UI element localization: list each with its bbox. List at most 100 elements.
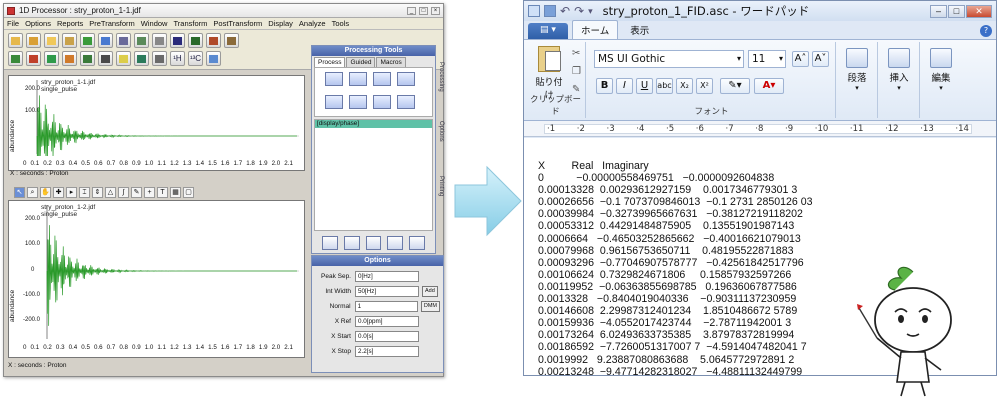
help-icon[interactable]: ? bbox=[980, 25, 992, 37]
toolbar-button[interactable] bbox=[98, 51, 113, 66]
add-tool[interactable]: + bbox=[144, 187, 155, 198]
cursor-tool[interactable]: ⌶ bbox=[79, 187, 90, 198]
document-text[interactable]: X Real Imaginary 0 −0.00000558469751 −0.… bbox=[538, 160, 813, 375]
frame-tool[interactable]: ▢ bbox=[183, 187, 194, 198]
tab-macros[interactable]: Macros bbox=[376, 57, 406, 67]
menu-file[interactable]: File bbox=[7, 19, 19, 28]
subscript-button[interactable]: X₂ bbox=[676, 78, 693, 94]
hand-tool[interactable]: ✋ bbox=[40, 187, 51, 198]
toolbar-button[interactable] bbox=[62, 33, 77, 48]
toolbar-button[interactable] bbox=[134, 33, 149, 48]
menu-options[interactable]: Options bbox=[25, 19, 51, 28]
close-button[interactable]: ✕ bbox=[966, 4, 992, 18]
paragraph-button[interactable]: 段落 ▾ bbox=[842, 48, 872, 92]
toolbar-button[interactable] bbox=[152, 33, 167, 48]
toolbar-button[interactable] bbox=[44, 33, 59, 48]
duplicate-button[interactable] bbox=[365, 236, 382, 250]
process-button[interactable] bbox=[373, 72, 391, 86]
menu-reports[interactable]: Reports bbox=[57, 19, 83, 28]
fid-plot-bottom[interactable]: abundance 200.0 100.0 0 -100.0 -200.0 st… bbox=[8, 200, 305, 358]
menu-tools[interactable]: Tools bbox=[332, 19, 350, 28]
menu-window[interactable]: Window bbox=[141, 19, 168, 28]
app-menu-button[interactable]: ▤ ▾ bbox=[528, 23, 568, 39]
paste-button[interactable] bbox=[343, 236, 360, 250]
font-color-button[interactable]: A▾ bbox=[754, 78, 784, 94]
toolbar-button[interactable] bbox=[134, 51, 149, 66]
bold-button[interactable]: B bbox=[596, 78, 613, 94]
toolbar-button[interactable] bbox=[206, 51, 221, 66]
maximize-button[interactable]: □ bbox=[948, 4, 965, 18]
toolbar-button[interactable] bbox=[188, 33, 203, 48]
undo-icon[interactable]: ↶ bbox=[560, 4, 570, 18]
option-input[interactable]: 0.0[s] bbox=[355, 331, 419, 342]
process-button[interactable] bbox=[349, 72, 367, 86]
toolbar-button[interactable] bbox=[206, 33, 221, 48]
toolbar-button[interactable] bbox=[80, 51, 95, 66]
option-input[interactable]: 0[Hz] bbox=[355, 271, 419, 282]
grid-tool[interactable]: ▦ bbox=[170, 187, 181, 198]
toolbar-button[interactable] bbox=[116, 51, 131, 66]
cut-button[interactable] bbox=[322, 236, 338, 250]
option-input[interactable]: 2.2[s] bbox=[355, 346, 419, 357]
menu-display[interactable]: Display bbox=[268, 19, 293, 28]
process-list[interactable]: [display/phase] bbox=[314, 119, 433, 231]
side-tab-printing[interactable]: Printing bbox=[438, 159, 444, 214]
italic-button[interactable]: I bbox=[616, 78, 633, 94]
integral-tool[interactable]: ∫ bbox=[118, 187, 129, 198]
text-tool[interactable]: T bbox=[157, 187, 168, 198]
process-button[interactable] bbox=[349, 95, 367, 109]
menu-analyze[interactable]: Analyze bbox=[299, 19, 326, 28]
tab-guided[interactable]: Guided bbox=[346, 57, 376, 67]
toolbar-button[interactable] bbox=[116, 33, 131, 48]
tab-view[interactable]: 表示 bbox=[622, 21, 657, 39]
toolbar-button[interactable] bbox=[170, 33, 185, 48]
strikethrough-button[interactable]: abc bbox=[656, 78, 673, 94]
minimize-button[interactable]: – bbox=[930, 4, 947, 18]
toolbar-button[interactable] bbox=[26, 51, 41, 66]
save-icon[interactable] bbox=[544, 5, 556, 17]
process-button[interactable] bbox=[397, 72, 415, 86]
menu-pretransform[interactable]: PreTransform bbox=[89, 19, 135, 28]
run-button[interactable] bbox=[409, 236, 425, 250]
toolbar-button[interactable] bbox=[26, 33, 41, 48]
cut-icon[interactable]: ✂ bbox=[572, 48, 584, 59]
process-button[interactable] bbox=[397, 95, 415, 109]
side-tab-processing[interactable]: Processing bbox=[438, 49, 444, 104]
menu-posttransform[interactable]: PostTransform bbox=[213, 19, 262, 28]
tab-home[interactable]: ホーム bbox=[572, 20, 619, 39]
toolbar-button[interactable] bbox=[8, 33, 23, 48]
peak-tool[interactable]: △ bbox=[105, 187, 116, 198]
toolbar-button[interactable] bbox=[224, 33, 239, 48]
option-button[interactable]: DMM bbox=[420, 301, 440, 312]
delete-button[interactable] bbox=[387, 236, 404, 250]
toolbar-button[interactable] bbox=[80, 33, 95, 48]
play-tool[interactable]: ▸ bbox=[66, 187, 77, 198]
edit-tool[interactable]: ✎ bbox=[131, 187, 142, 198]
edit-button[interactable]: 編集 ▾ bbox=[926, 48, 956, 92]
redo-icon[interactable]: ↷ bbox=[574, 4, 584, 18]
tab-process[interactable]: Process bbox=[314, 57, 346, 67]
insert-button[interactable]: 挿入 ▾ bbox=[884, 48, 914, 92]
highlight-button[interactable]: ✎▾ bbox=[720, 78, 750, 94]
list-item[interactable]: [display/phase] bbox=[315, 120, 432, 128]
process-button[interactable] bbox=[325, 95, 343, 109]
superscript-button[interactable]: X² bbox=[696, 78, 713, 94]
carbon-button[interactable]: ¹³C bbox=[188, 51, 203, 66]
process-button[interactable] bbox=[325, 72, 343, 86]
proton-button[interactable]: ¹H bbox=[170, 51, 185, 66]
maximize-button[interactable]: □ bbox=[419, 6, 428, 15]
option-button[interactable]: Add bbox=[422, 286, 438, 297]
scale-tool[interactable]: ⇕ bbox=[92, 187, 103, 198]
toolbar-button[interactable] bbox=[8, 51, 23, 66]
option-input[interactable]: 0.0[ppm] bbox=[355, 316, 419, 327]
wordpad-app-icon[interactable] bbox=[528, 5, 540, 17]
font-name-select[interactable]: MS UI Gothic ▾ bbox=[594, 50, 744, 68]
ruler[interactable]: ·1 ·2 ·3 ·4 ·5 ·6 ·7 ·8 ·9 ·10 ·11 ·12 ·13 ·14 bbox=[524, 121, 996, 137]
toolbar-button[interactable] bbox=[44, 51, 59, 66]
toolbar-button[interactable] bbox=[152, 51, 167, 66]
font-size-select[interactable]: 11 ▾ bbox=[748, 50, 786, 68]
toolbar-button[interactable] bbox=[62, 51, 77, 66]
copy-icon[interactable]: ❐ bbox=[572, 66, 584, 77]
fid-plot-top[interactable]: abundance 200.0 100.0 stry_proton_1-1.jd… bbox=[8, 75, 305, 171]
toolbar-button[interactable] bbox=[98, 33, 113, 48]
